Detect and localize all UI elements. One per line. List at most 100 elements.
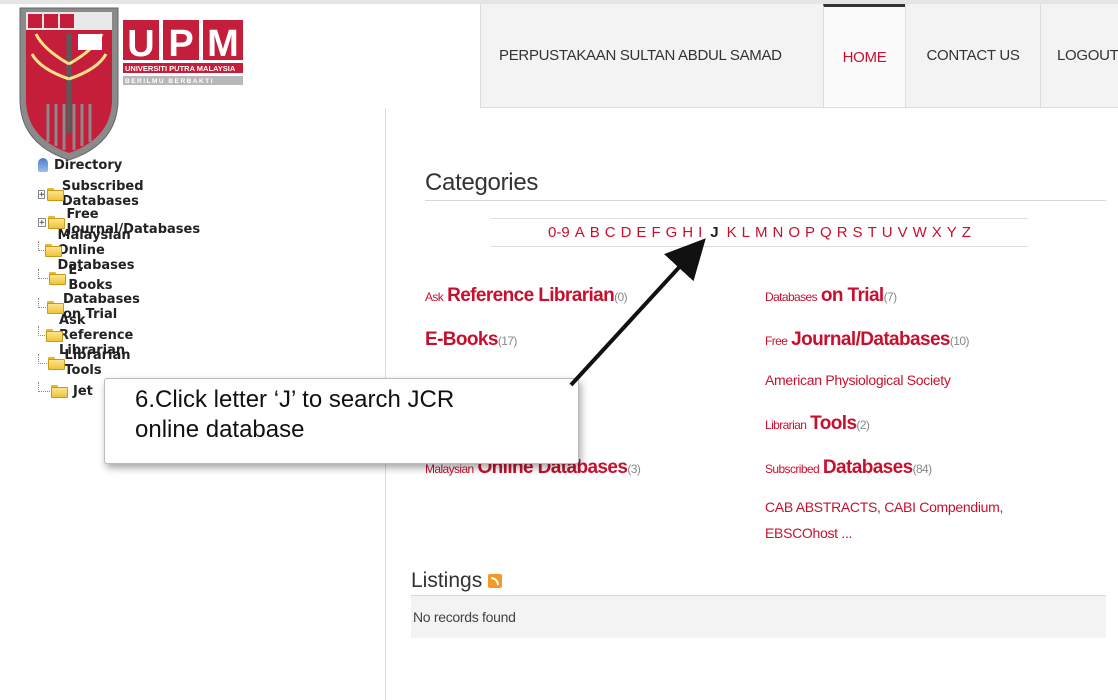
category-name: Reference Librarian	[447, 285, 615, 306]
tree-item-jet[interactable]: Jet	[38, 381, 93, 400]
alphabet-letter-c[interactable]: C	[605, 224, 616, 241]
nav-library[interactable]: PERPUSTAKAAN SULTAN ABDUL SAMAD	[480, 4, 823, 107]
link-american-physiological-society[interactable]: American Physiological Society	[765, 372, 951, 388]
alphabet-letter-k[interactable]: K	[727, 224, 737, 241]
logo-university-name: UNIVERSITI PUTRA MALAYSIA	[125, 64, 236, 73]
folder-icon	[44, 243, 62, 257]
alphabet-letter-y[interactable]: Y	[947, 224, 957, 241]
tree-item-ask-reference-librarian[interactable]: Ask Reference Librarian	[38, 313, 147, 358]
link-subscribed-databases-more[interactable]: EBSCOhost ...	[765, 525, 852, 541]
alphabet-letter-i[interactable]: I	[698, 224, 702, 241]
site-header: U P M UNIVERSITI PUTRA MALAYSIA BERILMU …	[0, 0, 1118, 161]
logo-motto: BERILMU BERBAKTI	[125, 78, 214, 85]
category-name: E-Books	[425, 329, 498, 350]
logo-letter-m: M	[207, 23, 239, 65]
folder-icon	[49, 271, 67, 285]
alphabet-letter-p[interactable]: P	[805, 224, 815, 241]
category-e-books[interactable]: E-Books(17)	[425, 329, 517, 351]
category-prefix: Databases	[765, 290, 818, 304]
tree-branch-line	[38, 297, 47, 308]
category-name: on Trial	[820, 285, 884, 306]
tree-item-label: Librarian Tools	[64, 348, 131, 378]
alphabet-letter-r[interactable]: R	[837, 224, 848, 241]
tree-item-label: Jet	[73, 383, 93, 399]
category-count: (7)	[883, 290, 897, 304]
alphabet-letter-z[interactable]: Z	[962, 224, 971, 241]
category-name: Databases	[822, 457, 913, 478]
category-subscribed-databases[interactable]: Subscribed Databases(84)	[765, 457, 932, 479]
category-prefix: Malaysian	[425, 462, 474, 476]
alphabet-letter-u[interactable]: U	[882, 224, 893, 241]
main-nav: PERPUSTAKAAN SULTAN ABDUL SAMAD HOME CON…	[480, 4, 1118, 108]
nav-contact-us[interactable]: CONTACT US	[905, 4, 1040, 107]
alphabet-letter-d[interactable]: D	[621, 224, 632, 241]
alphabet-letter-s[interactable]: S	[853, 224, 863, 241]
category-prefix: Librarian	[765, 418, 807, 432]
callout-line-1: 6.Click letter ‘J’ to search JCR	[135, 386, 455, 413]
alphabet-letter-m[interactable]: M	[755, 224, 768, 241]
callout-line-2: online database	[135, 416, 305, 443]
tree-branch-line	[38, 325, 45, 336]
tree-branch-line	[38, 268, 49, 279]
alphabet-letter-q[interactable]: Q	[820, 224, 832, 241]
alphabet-letter-w[interactable]: W	[913, 224, 927, 241]
category-librarian-tools[interactable]: Librarian Tools(2)	[765, 413, 870, 435]
alphabet-letter-b[interactable]: B	[590, 224, 600, 241]
category-prefix: Free	[765, 334, 788, 348]
tree-branch-line	[38, 240, 44, 251]
alphabet-letter-v[interactable]: V	[898, 224, 908, 241]
listings-empty-message: No records found	[411, 596, 1106, 638]
category-name: Journal/Databases	[791, 329, 950, 350]
nav-home[interactable]: HOME	[823, 4, 905, 107]
category-count: (17)	[497, 334, 518, 348]
category-prefix: Subscribed	[765, 462, 820, 476]
logo-letter-u: U	[127, 23, 154, 65]
folder-icon	[47, 356, 65, 370]
folder-icon	[47, 187, 66, 201]
alphabet-letter-e[interactable]: E	[636, 224, 646, 241]
alphabet-letter-x[interactable]: X	[932, 224, 942, 241]
category-count: (3)	[627, 462, 641, 476]
rss-icon[interactable]	[488, 574, 503, 588]
logo-letter-p: P	[168, 23, 193, 65]
alphabet-letter-l[interactable]: L	[742, 224, 750, 241]
listings-heading: Listings	[411, 569, 503, 593]
tree-branch-line	[38, 381, 50, 392]
tree-item-e-books[interactable]: E-Books	[38, 263, 117, 293]
folder-icon	[45, 328, 62, 342]
nav-logout[interactable]: LOGOUT	[1040, 4, 1118, 107]
category-count: (2)	[856, 418, 870, 432]
alphabet-letter-n[interactable]: N	[773, 224, 784, 241]
category-prefix: Ask	[425, 290, 444, 304]
category-free-journal-databases[interactable]: Free Journal/Databases(10)	[765, 329, 969, 351]
alphabet-letter-f[interactable]: F	[651, 224, 660, 241]
alphabet-letter-g[interactable]: G	[666, 224, 678, 241]
expand-icon[interactable]: +	[38, 189, 46, 199]
tree-item-label: Subscribed Databases	[61, 179, 144, 209]
tree-item-librarian-tools[interactable]: Librarian Tools	[38, 348, 139, 378]
alphabet-letter-o[interactable]: O	[788, 224, 800, 241]
categories-divider	[425, 200, 1106, 201]
tree-item-malaysian-online-databases[interactable]: Malaysian Online Databases	[38, 228, 150, 273]
listings-title-text: Listings	[411, 569, 483, 592]
tree-item-label: E-Books	[68, 263, 113, 293]
category-databases-on-trial[interactable]: Databases on Trial(7)	[765, 285, 897, 307]
tree-branch-line	[38, 353, 47, 364]
alphabet-letter-0-9[interactable]: 0-9	[548, 224, 570, 241]
alphabet-letter-h[interactable]: H	[682, 224, 693, 241]
folder-icon	[47, 300, 64, 314]
category-ask-reference-librarian[interactable]: Ask Reference Librarian(0)	[425, 285, 628, 307]
folder-icon	[51, 384, 68, 398]
alphabet-letter-t[interactable]: T	[868, 224, 877, 241]
alphabet-letter-a[interactable]: A	[575, 224, 585, 241]
category-count: (10)	[949, 334, 970, 348]
expand-icon[interactable]: +	[38, 217, 46, 227]
upm-logo[interactable]: U P M UNIVERSITI PUTRA MALAYSIA BERILMU …	[18, 4, 263, 162]
category-count: (0)	[614, 290, 628, 304]
tree-item-subscribed-databases[interactable]: + Subscribed Databases	[38, 179, 153, 209]
category-name: Tools	[810, 413, 857, 434]
category-count: (84)	[912, 462, 933, 476]
alphabet-filter: 0-9 A B C D E F G H I J K L M N O P Q R S T U V W X Y Z	[491, 218, 1028, 247]
alphabet-letter-j[interactable]: J	[707, 224, 722, 241]
link-subscribed-databases-preview[interactable]: CAB ABSTRACTS, CABI Compendium,	[765, 499, 1003, 515]
